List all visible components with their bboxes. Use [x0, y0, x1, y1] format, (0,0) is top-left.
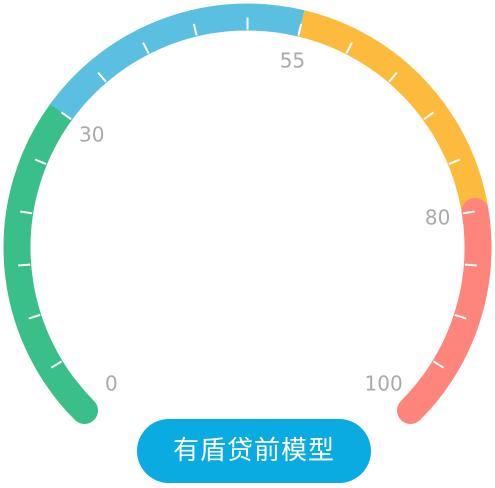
model-button[interactable]: 有盾贷前模型	[137, 419, 371, 483]
gauge-label-30: 30	[79, 122, 104, 146]
gauge-tick	[464, 263, 477, 267]
score-gauge: 0 30 55 80 100	[3, 3, 492, 424]
gauge-segment-green	[3, 98, 99, 424]
gauge-label-0: 0	[105, 372, 118, 396]
gauge-segment-blue	[50, 3, 305, 121]
gauge-segment-cap	[408, 377, 443, 411]
gauge-label-group: 0 30 55 80 100	[79, 48, 450, 395]
gauge-segment-cap	[52, 377, 87, 411]
gauge-segment-yellow	[298, 10, 489, 214]
gauge-arc-group	[3, 3, 492, 424]
gauge-label-100: 100	[365, 372, 403, 396]
gauge-label-55: 55	[280, 48, 305, 72]
gauge-label-80: 80	[425, 205, 450, 229]
gauge-tick	[18, 263, 31, 267]
